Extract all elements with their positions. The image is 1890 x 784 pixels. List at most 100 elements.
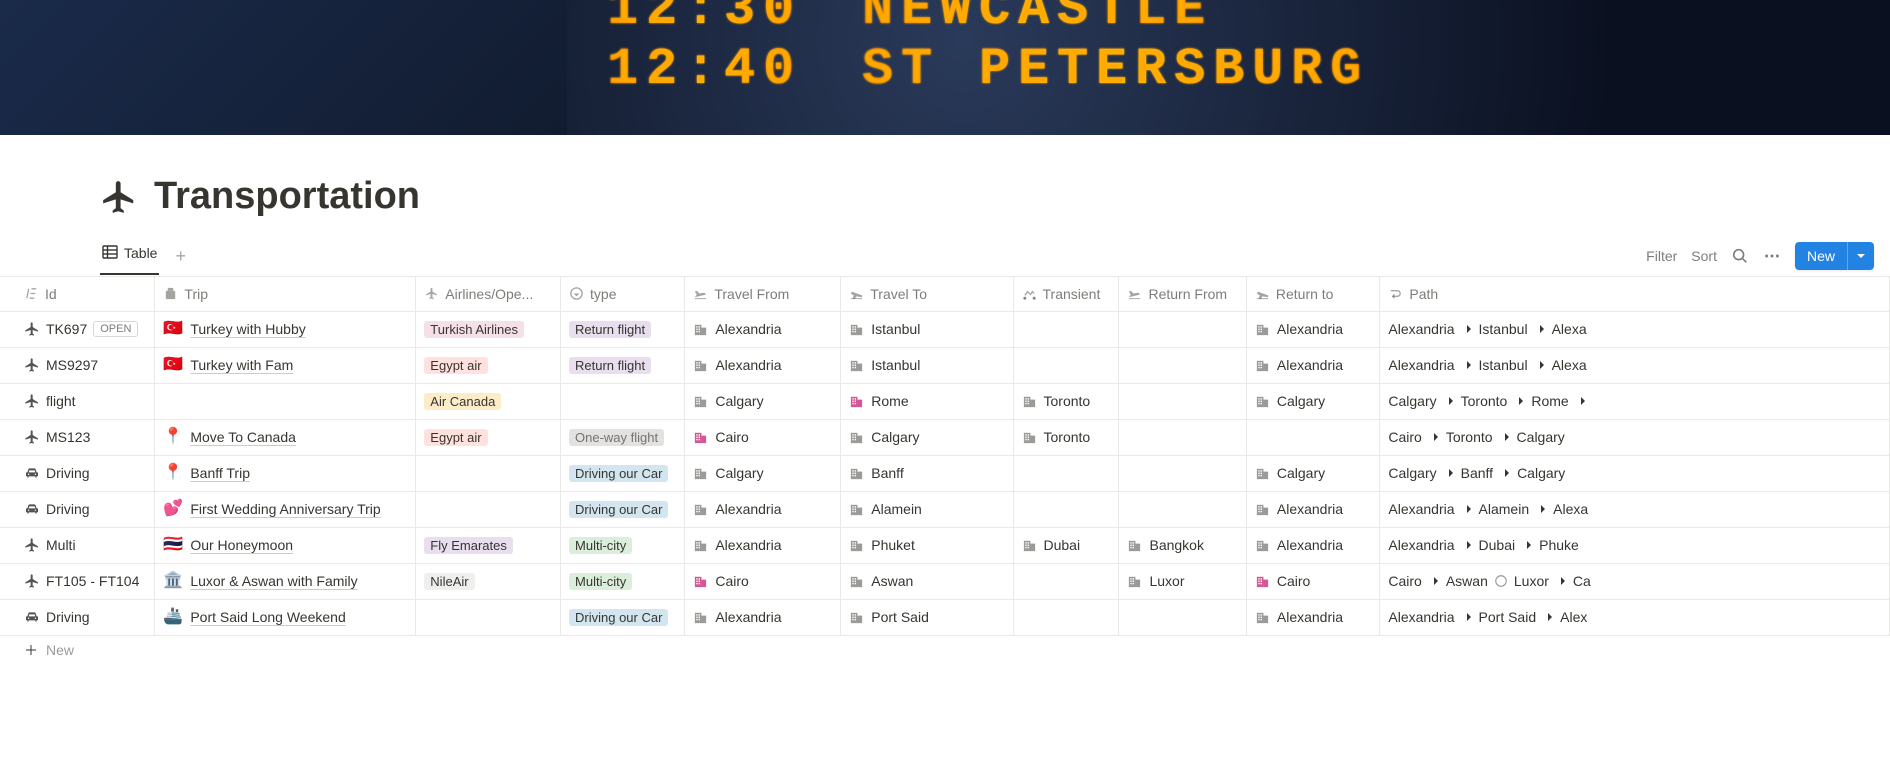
cell-operator[interactable]: Egypt air xyxy=(416,347,561,383)
cell-to[interactable]: Banff xyxy=(841,455,1013,491)
cell-from[interactable]: Calgary xyxy=(685,383,841,419)
cell-transient[interactable] xyxy=(1013,347,1119,383)
cell-path[interactable]: AlexandriaAlameinAlexa xyxy=(1380,491,1890,527)
cell-trip[interactable]: 🏛️Luxor & Aswan with Family xyxy=(155,563,416,599)
cell-return-to[interactable]: Calgary xyxy=(1246,383,1380,419)
cell-path[interactable]: AlexandriaIstanbulAlexa xyxy=(1380,347,1890,383)
cell-path[interactable]: AlexandriaDubaiPhuke xyxy=(1380,527,1890,563)
cell-from[interactable]: Alexandria xyxy=(685,491,841,527)
cell-id[interactable]: MS123 xyxy=(0,419,155,455)
cell-to[interactable]: Alamein xyxy=(841,491,1013,527)
cell-return-to[interactable]: Alexandria xyxy=(1246,527,1380,563)
cell-trip[interactable]: 🇹🇷Turkey with Hubby xyxy=(155,311,416,347)
cell-operator[interactable]: Egypt air xyxy=(416,419,561,455)
column-travel-from[interactable]: Travel From xyxy=(685,277,841,311)
cell-transient[interactable]: Dubai xyxy=(1013,527,1119,563)
sort-button[interactable]: Sort xyxy=(1691,248,1717,264)
cell-id[interactable]: Driving xyxy=(0,599,155,635)
cell-id[interactable]: Driving xyxy=(0,455,155,491)
cell-operator[interactable] xyxy=(416,491,561,527)
cell-path[interactable]: AlexandriaPort SaidAlex xyxy=(1380,599,1890,635)
search-icon[interactable] xyxy=(1731,247,1749,265)
cell-path[interactable]: CalgaryTorontoRome xyxy=(1380,383,1890,419)
cell-return-from[interactable] xyxy=(1119,455,1246,491)
cell-to[interactable]: Aswan xyxy=(841,563,1013,599)
cell-transient[interactable] xyxy=(1013,311,1119,347)
cell-return-from[interactable] xyxy=(1119,383,1246,419)
column-path[interactable]: Path xyxy=(1380,277,1890,311)
cell-trip[interactable] xyxy=(155,383,416,419)
add-view-button[interactable]: + xyxy=(169,244,192,269)
cell-type[interactable]: Multi-city xyxy=(561,527,685,563)
cell-operator[interactable]: Turkish Airlines xyxy=(416,311,561,347)
column-return-from[interactable]: Return From xyxy=(1119,277,1246,311)
column-return-to[interactable]: Return to xyxy=(1246,277,1380,311)
column-trip[interactable]: Trip xyxy=(155,277,416,311)
cell-type[interactable]: One-way flight xyxy=(561,419,685,455)
cell-id[interactable]: flight xyxy=(0,383,155,419)
column-operator[interactable]: Airlines/Ope... xyxy=(416,277,561,311)
cell-type[interactable]: Driving our Car xyxy=(561,455,685,491)
table-row[interactable]: Driving 📍Banff Trip Driving our Car Calg… xyxy=(0,455,1890,491)
table-row[interactable]: MS9297 🇹🇷Turkey with Fam Egypt air Retur… xyxy=(0,347,1890,383)
cell-operator[interactable]: NileAir xyxy=(416,563,561,599)
new-button-label[interactable]: New xyxy=(1795,242,1847,270)
cell-return-from[interactable] xyxy=(1119,311,1246,347)
cell-return-to[interactable]: Alexandria xyxy=(1246,491,1380,527)
table-row[interactable]: flight Air Canada Calgary Rome Toronto C… xyxy=(0,383,1890,419)
cell-type[interactable]: Driving our Car xyxy=(561,491,685,527)
cell-return-from[interactable] xyxy=(1119,599,1246,635)
cell-transient[interactable] xyxy=(1013,491,1119,527)
more-icon[interactable] xyxy=(1763,247,1781,265)
cell-path[interactable]: CalgaryBanffCalgary xyxy=(1380,455,1890,491)
table-row[interactable]: Driving 💕First Wedding Anniversary Trip … xyxy=(0,491,1890,527)
cell-return-from[interactable]: Bangkok xyxy=(1119,527,1246,563)
cell-operator[interactable] xyxy=(416,599,561,635)
cell-transient[interactable] xyxy=(1013,455,1119,491)
cell-trip[interactable]: 📍Banff Trip xyxy=(155,455,416,491)
cell-from[interactable]: Alexandria xyxy=(685,311,841,347)
cell-id[interactable]: Driving xyxy=(0,491,155,527)
cell-type[interactable]: Driving our Car xyxy=(561,599,685,635)
cell-from[interactable]: Alexandria xyxy=(685,347,841,383)
cell-path[interactable]: CairoTorontoCalgary xyxy=(1380,419,1890,455)
new-row-button[interactable]: New xyxy=(0,636,1890,664)
cell-id[interactable]: Multi xyxy=(0,527,155,563)
table-row[interactable]: MS123 📍Move To Canada Egypt air One-way … xyxy=(0,419,1890,455)
cell-to[interactable]: Phuket xyxy=(841,527,1013,563)
cell-trip[interactable]: 🇹🇭Our Honeymoon xyxy=(155,527,416,563)
tab-table[interactable]: Table xyxy=(100,238,159,275)
table-row[interactable]: FT105 - FT104 🏛️Luxor & Aswan with Famil… xyxy=(0,563,1890,599)
cell-transient[interactable] xyxy=(1013,563,1119,599)
cell-return-to[interactable]: Calgary xyxy=(1246,455,1380,491)
cell-operator[interactable]: Fly Emarates xyxy=(416,527,561,563)
open-chip[interactable]: OPEN xyxy=(93,321,138,337)
cell-to[interactable]: Rome xyxy=(841,383,1013,419)
cell-return-to[interactable] xyxy=(1246,419,1380,455)
column-transient[interactable]: Transient xyxy=(1013,277,1119,311)
filter-button[interactable]: Filter xyxy=(1646,248,1677,264)
cell-transient[interactable]: Toronto xyxy=(1013,419,1119,455)
table-row[interactable]: Driving 🚢Port Said Long Weekend Driving … xyxy=(0,599,1890,635)
column-travel-to[interactable]: Travel To xyxy=(841,277,1013,311)
table-row[interactable]: Multi 🇹🇭Our Honeymoon Fly Emarates Multi… xyxy=(0,527,1890,563)
cell-to[interactable]: Istanbul xyxy=(841,311,1013,347)
cell-return-to[interactable]: Alexandria xyxy=(1246,599,1380,635)
cell-from[interactable]: Alexandria xyxy=(685,599,841,635)
cell-operator[interactable]: Air Canada xyxy=(416,383,561,419)
cell-return-from[interactable] xyxy=(1119,347,1246,383)
cell-type[interactable]: Return flight xyxy=(561,347,685,383)
cell-transient[interactable]: Toronto xyxy=(1013,383,1119,419)
table-row[interactable]: TK697OPEN 🇹🇷Turkey with Hubby Turkish Ai… xyxy=(0,311,1890,347)
cell-return-to[interactable]: Cairo xyxy=(1246,563,1380,599)
cell-return-from[interactable] xyxy=(1119,419,1246,455)
cell-trip[interactable]: 📍Move To Canada xyxy=(155,419,416,455)
cell-id[interactable]: TK697OPEN xyxy=(0,311,155,347)
cell-return-to[interactable]: Alexandria xyxy=(1246,311,1380,347)
cell-type[interactable] xyxy=(561,383,685,419)
cell-to[interactable]: Calgary xyxy=(841,419,1013,455)
column-type[interactable]: type xyxy=(561,277,685,311)
cell-type[interactable]: Return flight xyxy=(561,311,685,347)
cell-to[interactable]: Port Said xyxy=(841,599,1013,635)
cell-trip[interactable]: 🇹🇷Turkey with Fam xyxy=(155,347,416,383)
